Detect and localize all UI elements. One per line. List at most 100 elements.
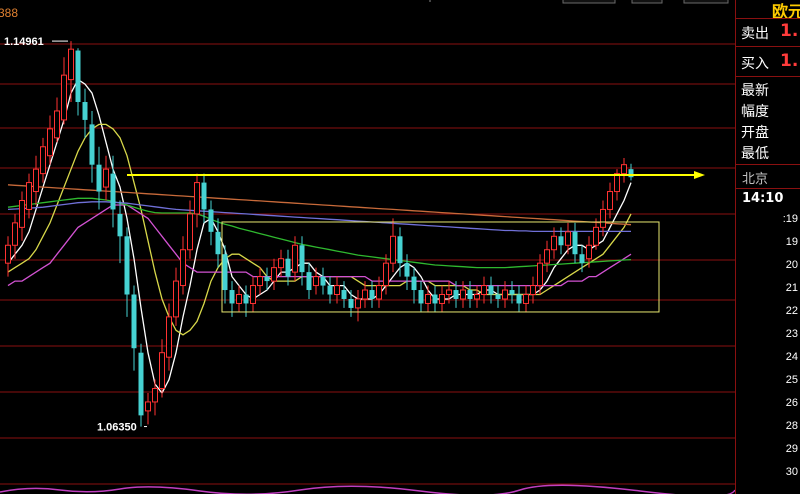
time-label: 14:10 — [742, 191, 784, 206]
up-candle — [502, 289, 508, 300]
up-candle — [236, 294, 242, 304]
up-candle — [19, 199, 25, 228]
up-candle — [544, 249, 550, 264]
time-tick: 28 — [785, 420, 798, 432]
time-tick: 23 — [785, 328, 798, 340]
down-candle — [96, 164, 102, 192]
field-latest: 最新 — [741, 83, 769, 99]
price-grid — [0, 43, 735, 485]
quote-panel: 欧元 卖出 1.1 买入 1.1 最新 幅度 开盘 最低 北京 14:10 :1… — [735, 0, 800, 494]
time-tick: 20 — [785, 259, 798, 271]
up-candle — [12, 222, 18, 246]
down-candle — [467, 290, 473, 299]
buy-row[interactable]: 买入 1.1 — [736, 46, 800, 76]
up-candle — [621, 164, 627, 175]
down-candle — [397, 236, 403, 264]
up-candle — [5, 244, 11, 264]
up-candle — [159, 352, 165, 390]
toolbar-button-3[interactable] — [683, 0, 729, 4]
time-tick: 19 — [785, 236, 798, 248]
down-candle — [432, 294, 438, 304]
time-tick: 25 — [785, 374, 798, 386]
toolbar-button-1[interactable] — [562, 0, 616, 4]
up-candle — [257, 276, 263, 287]
up-candle — [383, 262, 389, 287]
ma-line-ma10 — [7, 123, 632, 336]
down-candle — [369, 290, 375, 299]
down-candle — [124, 236, 130, 295]
up-candle — [537, 262, 543, 287]
time-tick: 30 — [785, 466, 798, 478]
up-candle — [439, 294, 445, 304]
down-candle — [558, 236, 564, 246]
time-tick: 29 — [785, 443, 798, 455]
down-candle — [229, 290, 235, 304]
left-edge-label: 388 — [0, 6, 18, 20]
time-tick: :19 — [782, 213, 798, 225]
down-candle — [404, 263, 410, 277]
sell-row[interactable]: 卖出 1.1 — [736, 18, 800, 46]
time-tick: 26 — [785, 397, 798, 409]
down-candle — [411, 276, 417, 291]
down-candle — [516, 294, 522, 304]
field-low: 最低 — [741, 146, 769, 162]
down-candle — [110, 173, 116, 210]
down-candle — [306, 272, 312, 291]
low-price-label: 1.06350 — [97, 422, 137, 434]
sell-label: 卖出 — [741, 26, 769, 42]
up-candle — [355, 298, 361, 309]
up-candle — [152, 388, 158, 403]
down-candle — [509, 290, 515, 295]
candles — [5, 41, 634, 427]
down-candle — [348, 298, 354, 308]
down-candle — [572, 231, 578, 255]
down-candle — [418, 290, 424, 304]
up-candle — [586, 244, 592, 260]
up-candle — [614, 173, 620, 193]
up-candle — [194, 182, 200, 215]
panel-separator — [736, 76, 800, 77]
down-candle — [243, 294, 249, 304]
down-candle — [320, 276, 326, 286]
down-candle — [82, 102, 88, 120]
up-candle — [250, 285, 256, 304]
down-candle — [215, 231, 221, 255]
buy-value: 1.1 — [780, 51, 800, 71]
up-candle — [446, 289, 452, 296]
resistance-arrowhead — [694, 170, 705, 179]
up-candle — [292, 244, 298, 273]
up-candle — [530, 285, 536, 296]
candlestick-chart[interactable]: 388 1.14961 1.06350 — [0, 0, 735, 494]
up-candle — [173, 280, 179, 318]
toolbar-button-2[interactable] — [631, 0, 663, 4]
up-candle — [40, 146, 46, 175]
down-candle — [117, 213, 123, 237]
up-candle — [54, 110, 60, 139]
city-label: 北京 — [742, 172, 769, 187]
panel-separator — [736, 188, 800, 189]
up-candle — [425, 294, 431, 304]
down-candle — [131, 294, 137, 349]
down-candle — [138, 352, 144, 416]
down-candle — [201, 182, 207, 210]
down-candle — [75, 50, 81, 103]
ma-line-ma60 — [7, 197, 632, 269]
sell-value: 1.1 — [780, 21, 800, 41]
up-candle — [145, 401, 151, 412]
panel-separator — [736, 164, 800, 165]
buy-label: 买入 — [741, 56, 769, 72]
field-change: 幅度 — [741, 104, 769, 120]
up-candle — [278, 258, 284, 269]
up-candle — [551, 235, 557, 251]
down-candle — [579, 254, 585, 264]
up-candle — [313, 276, 319, 287]
up-candle — [334, 285, 340, 296]
up-candle — [362, 289, 368, 300]
time-tick: 21 — [785, 282, 798, 294]
up-candle — [460, 289, 466, 300]
down-candle — [453, 290, 459, 299]
up-candle — [180, 249, 186, 287]
down-candle — [299, 245, 305, 273]
down-candle — [208, 209, 214, 232]
down-candle — [341, 290, 347, 299]
